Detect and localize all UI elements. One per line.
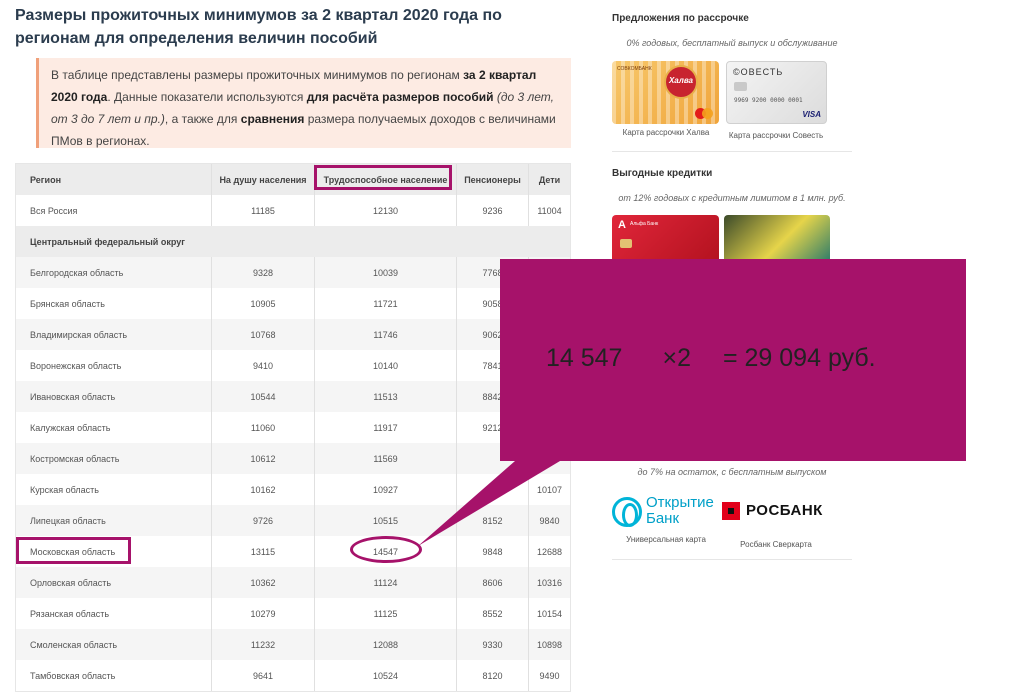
otkritie-caption[interactable]: Универсальная карта [612, 535, 720, 544]
rosbank-caption[interactable]: Росбанк Сверкарта [722, 540, 830, 549]
sidebar-divider [612, 559, 852, 560]
rosbank-name: РОСБАНК [746, 502, 823, 519]
callout-formula: 14 547 ×2 = 29 094 руб. [546, 344, 876, 373]
debit-subtitle: до 7% на остаток, с бесплатным выпуском [637, 467, 827, 477]
otkritie-name-line2: Банк [646, 510, 680, 527]
otkritie-logo[interactable]: Открытие Банк [612, 495, 720, 531]
rosbank-square-icon [722, 502, 740, 520]
otkritie-name-line1: Открытие [646, 494, 714, 511]
callout-result: = 29 094 руб. [722, 344, 876, 372]
callout-value: 14 547 [546, 344, 623, 372]
callout-multiplier: ×2 [662, 344, 691, 372]
otkritie-ring-icon [612, 497, 642, 527]
